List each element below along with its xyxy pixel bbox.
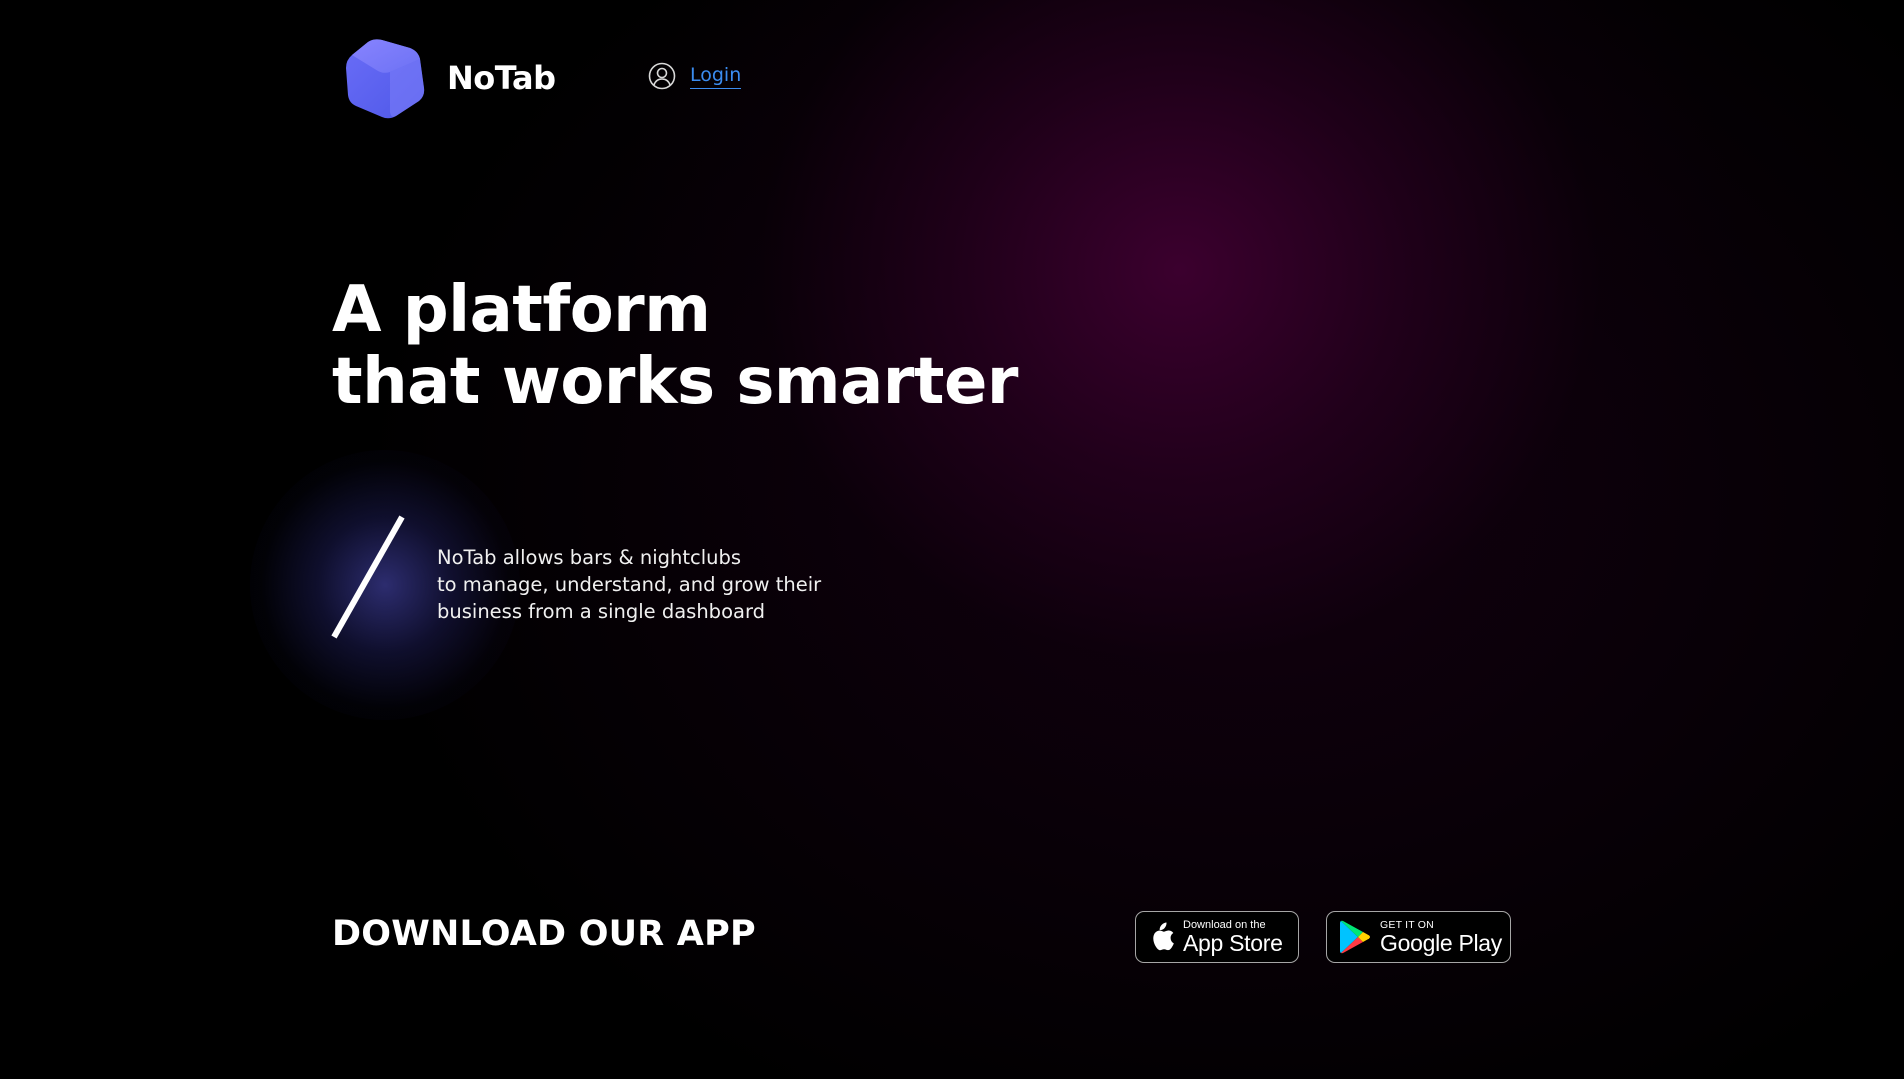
download-heading: DOWNLOAD OUR APP [332, 914, 756, 954]
hero-title-line-2: that works smarter [332, 345, 1018, 419]
google-play-big-text: Google Play [1380, 930, 1502, 956]
login-label[interactable]: Login [690, 64, 742, 89]
app-store-big-text: App Store [1183, 930, 1283, 956]
brand-name: NoTab [447, 59, 556, 97]
google-play-text: GET IT ON Google Play [1380, 919, 1502, 955]
slash-decoration [331, 515, 405, 639]
cube-logo-icon [346, 39, 425, 119]
google-play-icon [1340, 920, 1370, 954]
hero-title: A platform that works smarter [332, 274, 1018, 418]
login-link[interactable]: Login [648, 62, 742, 90]
background-glow [0, 0, 1904, 1079]
description-line-3: business from a single dashboard [437, 600, 765, 623]
description-line-2: to manage, understand, and grow their [437, 573, 822, 596]
hero-title-line-1: A platform [332, 273, 711, 347]
app-store-text: Download on the App Store [1183, 919, 1283, 955]
apple-icon [1153, 922, 1174, 951]
app-store-button[interactable]: Download on the App Store [1135, 911, 1299, 963]
user-circle-icon [648, 62, 676, 90]
hero-description: NoTab allows bars & nightclubs to manage… [437, 544, 821, 625]
google-play-button[interactable]: GET IT ON Google Play [1326, 911, 1511, 963]
brand-logo-link[interactable]: NoTab [344, 36, 556, 120]
description-line-1: NoTab allows bars & nightclubs [437, 546, 742, 569]
